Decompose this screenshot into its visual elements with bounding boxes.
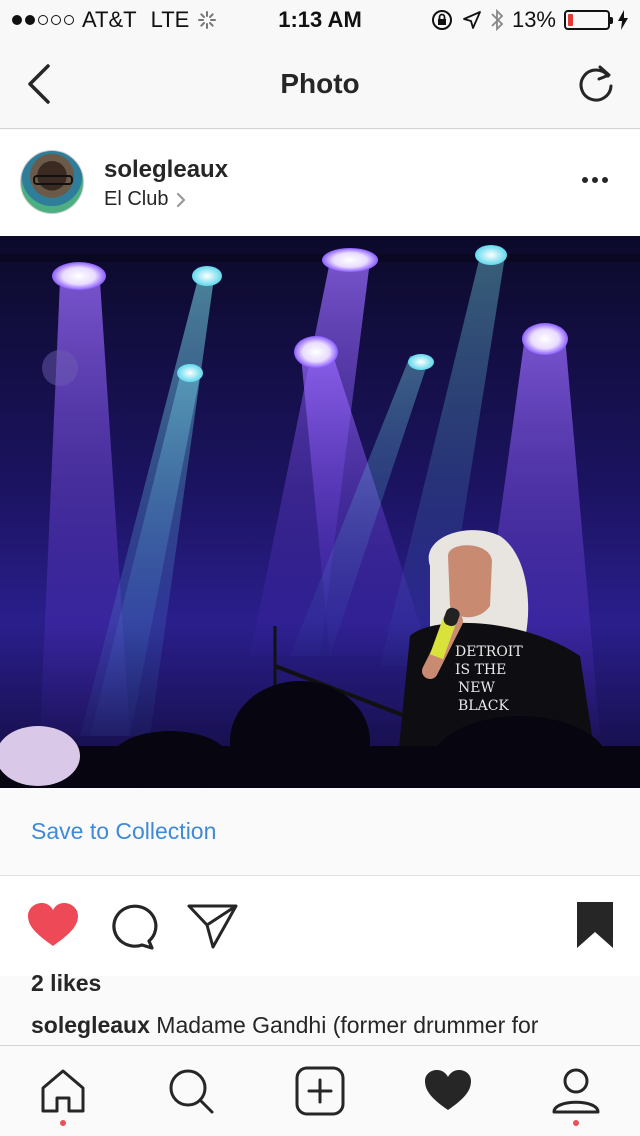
status-right: 13% bbox=[430, 7, 628, 33]
post-header: solegleaux El Club bbox=[0, 130, 640, 236]
status-bar: AT&T LTE 1:13 AM 13% bbox=[0, 0, 640, 40]
comment-icon bbox=[112, 904, 158, 950]
battery-icon bbox=[564, 10, 613, 30]
heart-tab-icon bbox=[425, 1070, 471, 1110]
profile-icon bbox=[552, 1068, 600, 1114]
tab-search[interactable] bbox=[166, 1066, 216, 1116]
post-caption: solegleaux Madame Gandhi (former drummer… bbox=[31, 1012, 611, 1044]
like-button[interactable] bbox=[26, 900, 80, 954]
chevron-left-icon bbox=[28, 64, 50, 104]
status-left: AT&T LTE bbox=[12, 7, 217, 33]
likes-count[interactable]: 2 likes bbox=[31, 970, 101, 997]
tab-add-post[interactable] bbox=[295, 1066, 345, 1116]
caption-username[interactable]: solegleaux bbox=[31, 1012, 150, 1038]
navigation-bar: Photo bbox=[0, 40, 640, 129]
battery-level bbox=[568, 14, 573, 26]
network-label: LTE bbox=[150, 7, 190, 32]
carrier-label: AT&T bbox=[82, 7, 137, 32]
save-bookmark-button[interactable] bbox=[568, 900, 622, 954]
page-title: Photo bbox=[280, 68, 360, 99]
comment-button[interactable] bbox=[106, 900, 160, 954]
more-dots-icon bbox=[582, 177, 588, 183]
location-arrow-icon bbox=[463, 11, 481, 29]
signal-strength-icon bbox=[12, 15, 74, 25]
chevron-right-icon bbox=[177, 192, 186, 207]
save-to-collection-link[interactable]: Save to Collection bbox=[31, 818, 216, 845]
notification-dot bbox=[60, 1120, 66, 1126]
battery-percent: 13% bbox=[511, 7, 556, 32]
shirt-text-line: IS THE bbox=[455, 662, 506, 678]
refresh-icon bbox=[579, 65, 613, 102]
clock: 1:13 AM bbox=[278, 7, 362, 32]
bluetooth-icon bbox=[491, 8, 504, 32]
avatar-glasses bbox=[33, 175, 73, 185]
rotation-lock-icon bbox=[431, 10, 452, 30]
shirt-text-line: NEW bbox=[458, 680, 495, 696]
save-to-collection-bar: Save to Collection bbox=[0, 788, 640, 876]
share-button[interactable] bbox=[186, 900, 240, 954]
tab-home[interactable] bbox=[38, 1066, 88, 1126]
add-post-icon bbox=[295, 1066, 345, 1116]
notification-dot bbox=[573, 1120, 579, 1126]
tab-bar bbox=[0, 1045, 640, 1136]
charging-bolt-icon bbox=[618, 10, 628, 30]
post-username[interactable]: solegleaux bbox=[104, 156, 228, 184]
location-label: El Club bbox=[104, 188, 169, 210]
caption-text: Madame Gandhi (former drummer for bbox=[156, 1012, 539, 1038]
shirt-text-line: BLACK bbox=[458, 698, 509, 714]
post-location-link[interactable]: El Club bbox=[104, 188, 186, 211]
more-options-button[interactable] bbox=[580, 170, 610, 190]
post-actions bbox=[0, 876, 640, 976]
shirt-text-line: DETROIT bbox=[455, 644, 523, 660]
post-photo[interactable]: DETROIT IS THE NEW BLACK bbox=[0, 236, 640, 788]
back-button[interactable] bbox=[22, 62, 62, 106]
tab-profile[interactable] bbox=[551, 1066, 601, 1126]
tab-activity[interactable] bbox=[423, 1066, 473, 1116]
search-icon bbox=[169, 1069, 214, 1114]
activity-spinner-icon bbox=[198, 11, 217, 29]
home-icon bbox=[41, 1069, 85, 1113]
more-dot bbox=[602, 177, 608, 183]
heart-filled-icon bbox=[28, 903, 78, 946]
avatar[interactable] bbox=[20, 150, 84, 214]
concert-photo: DETROIT IS THE NEW BLACK bbox=[0, 245, 640, 788]
paper-plane-icon bbox=[187, 904, 238, 949]
refresh-button[interactable] bbox=[574, 62, 618, 106]
bookmark-filled-icon bbox=[577, 902, 613, 948]
more-dot bbox=[592, 177, 598, 183]
